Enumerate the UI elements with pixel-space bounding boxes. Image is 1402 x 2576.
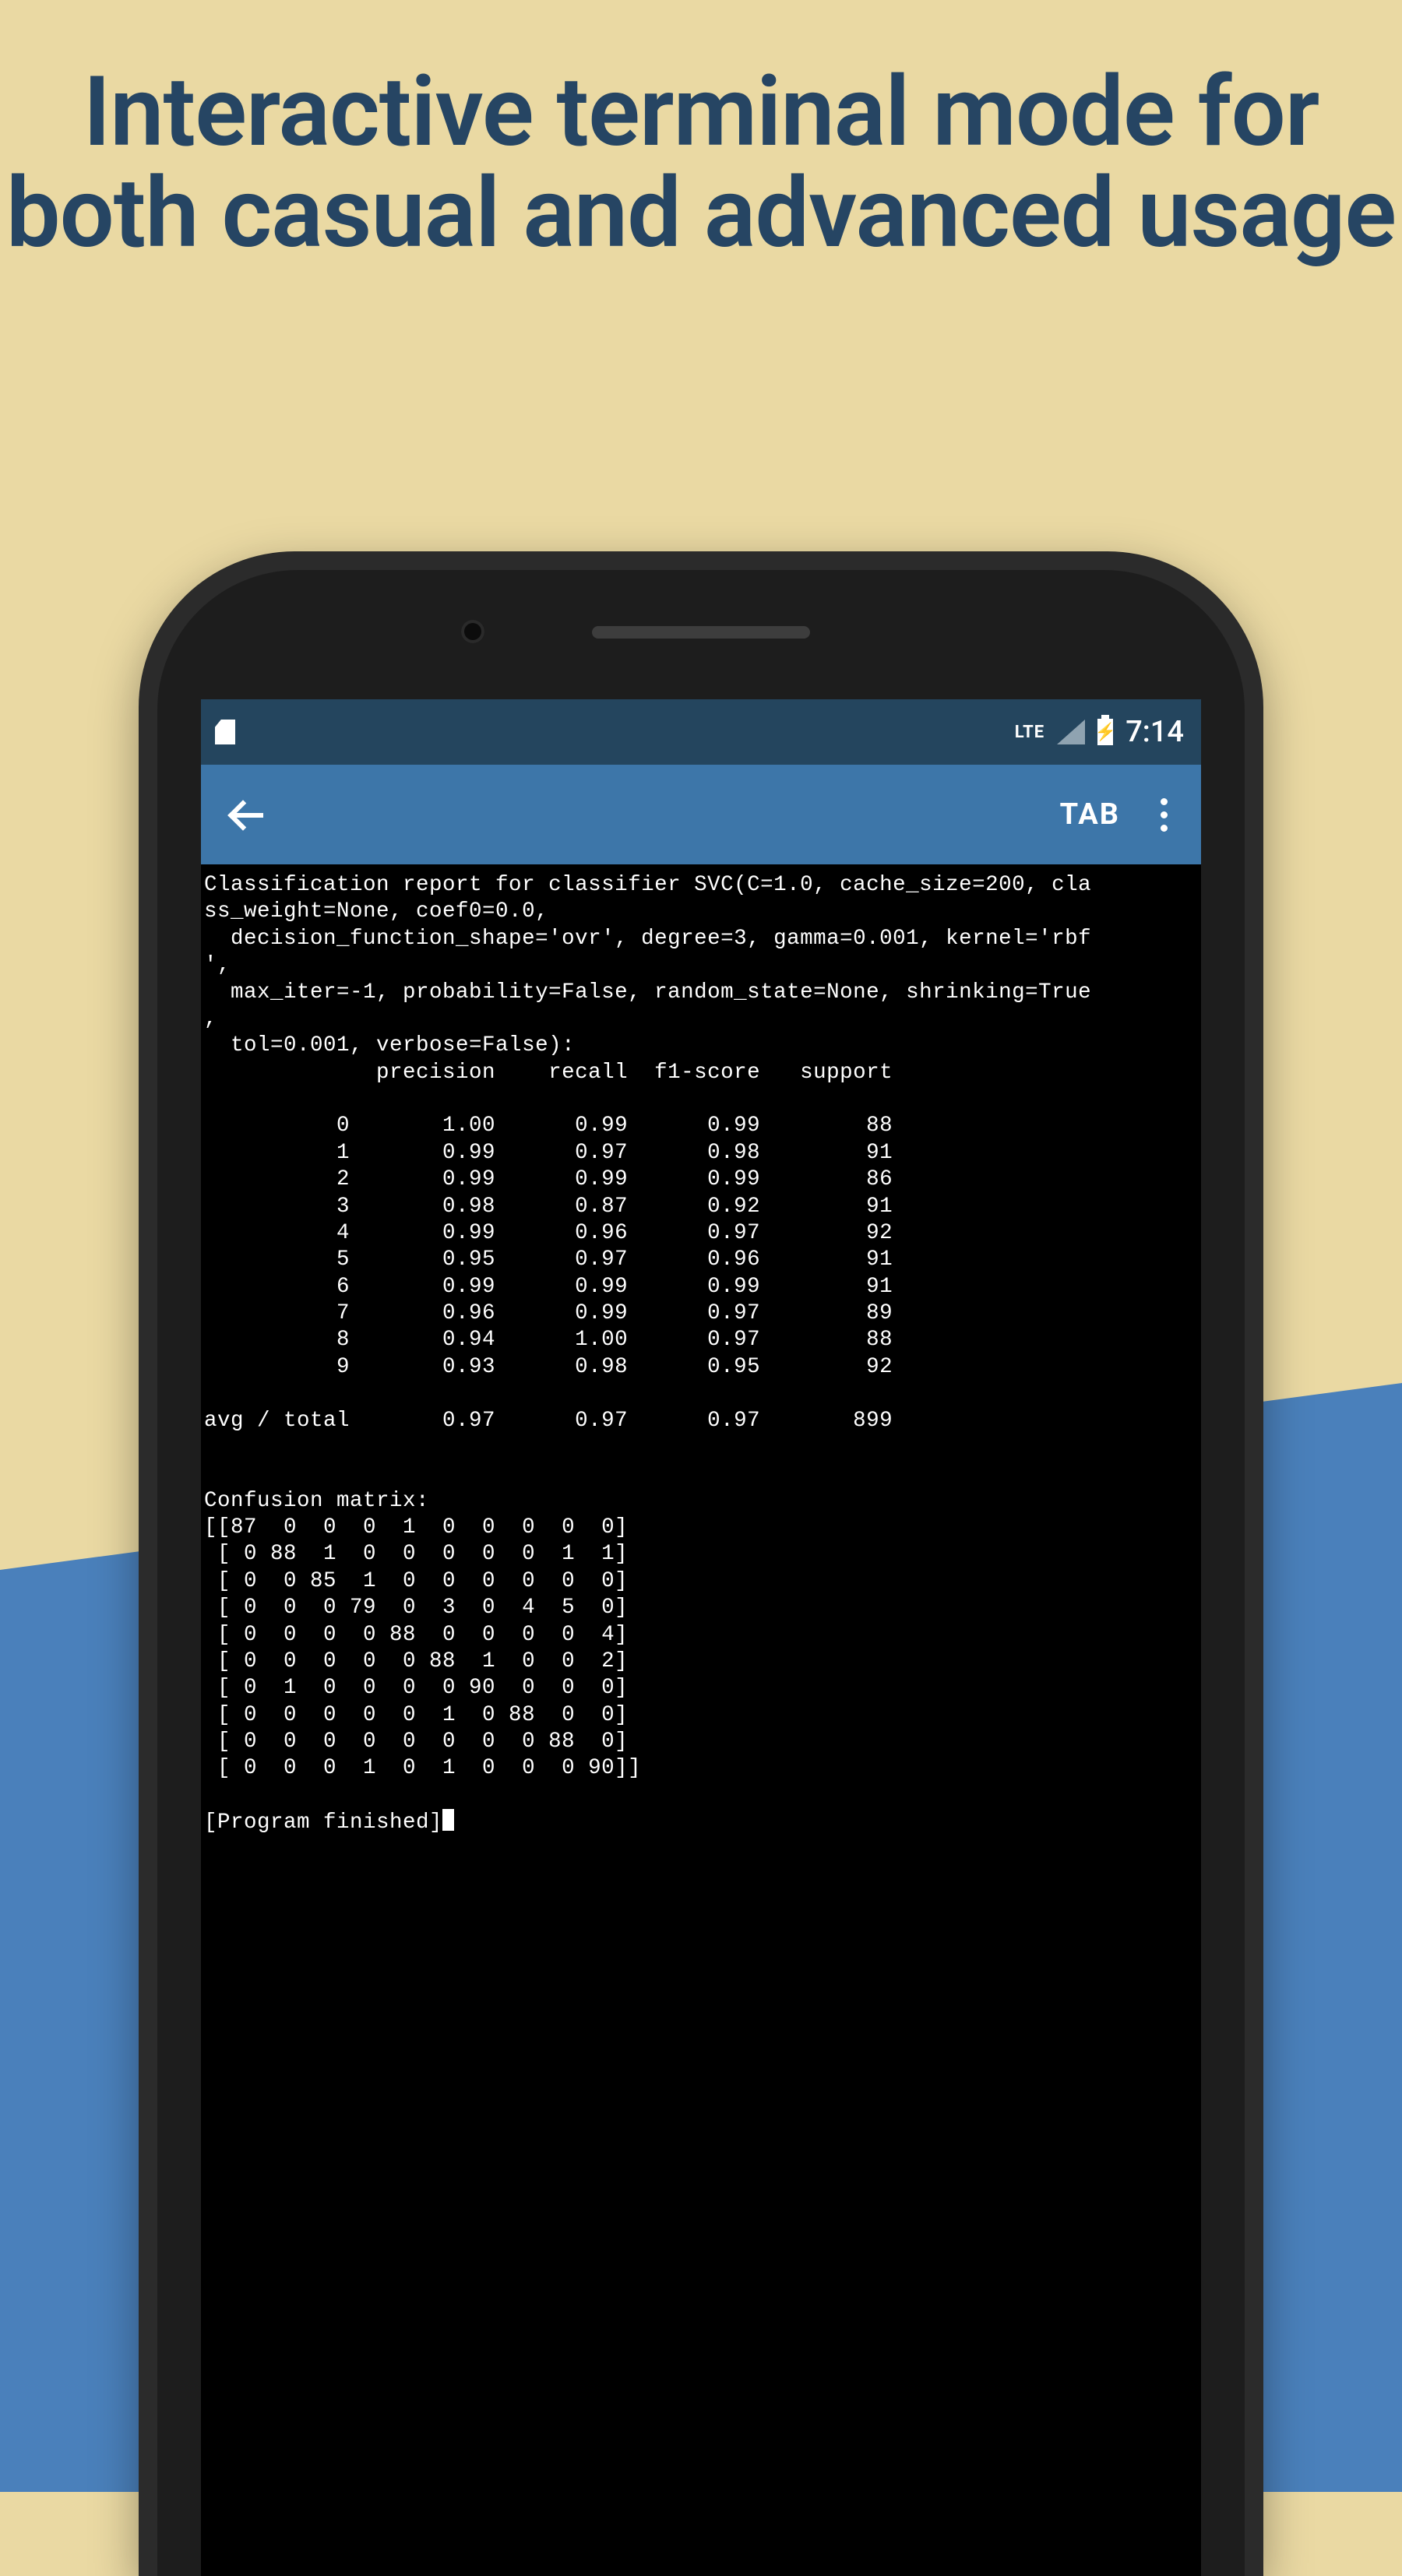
phone-screen: LTE ⚡ 7:14 TAB bbox=[201, 699, 1201, 2576]
status-bar: LTE ⚡ 7:14 bbox=[201, 699, 1201, 765]
network-type-label: LTE bbox=[1015, 723, 1044, 742]
terminal-output[interactable]: Classification report for classifier SVC… bbox=[201, 864, 1201, 1845]
signal-icon bbox=[1057, 720, 1085, 744]
phone-frame: LTE ⚡ 7:14 TAB bbox=[139, 551, 1263, 2576]
phone-front-camera bbox=[461, 620, 484, 643]
tab-key-button[interactable]: TAB bbox=[1060, 797, 1120, 832]
back-arrow-icon bbox=[232, 799, 263, 830]
status-clock: 7:14 bbox=[1125, 715, 1184, 749]
overflow-dot-icon bbox=[1161, 798, 1168, 805]
overflow-dot-icon bbox=[1161, 825, 1168, 832]
promo-headline: Interactive terminal mode for both casua… bbox=[0, 62, 1402, 265]
terminal-cursor bbox=[442, 1809, 454, 1831]
battery-charging-icon: ⚡ bbox=[1097, 719, 1113, 745]
phone-speaker bbox=[592, 626, 810, 639]
sd-card-icon bbox=[215, 720, 235, 744]
overflow-menu-button[interactable] bbox=[1148, 798, 1179, 832]
battery-icon: ⚡ bbox=[1097, 719, 1113, 745]
phone-bezel: LTE ⚡ 7:14 TAB bbox=[157, 570, 1245, 2576]
back-button[interactable] bbox=[223, 790, 273, 839]
app-bar: TAB bbox=[201, 765, 1201, 864]
overflow-dot-icon bbox=[1161, 811, 1168, 818]
